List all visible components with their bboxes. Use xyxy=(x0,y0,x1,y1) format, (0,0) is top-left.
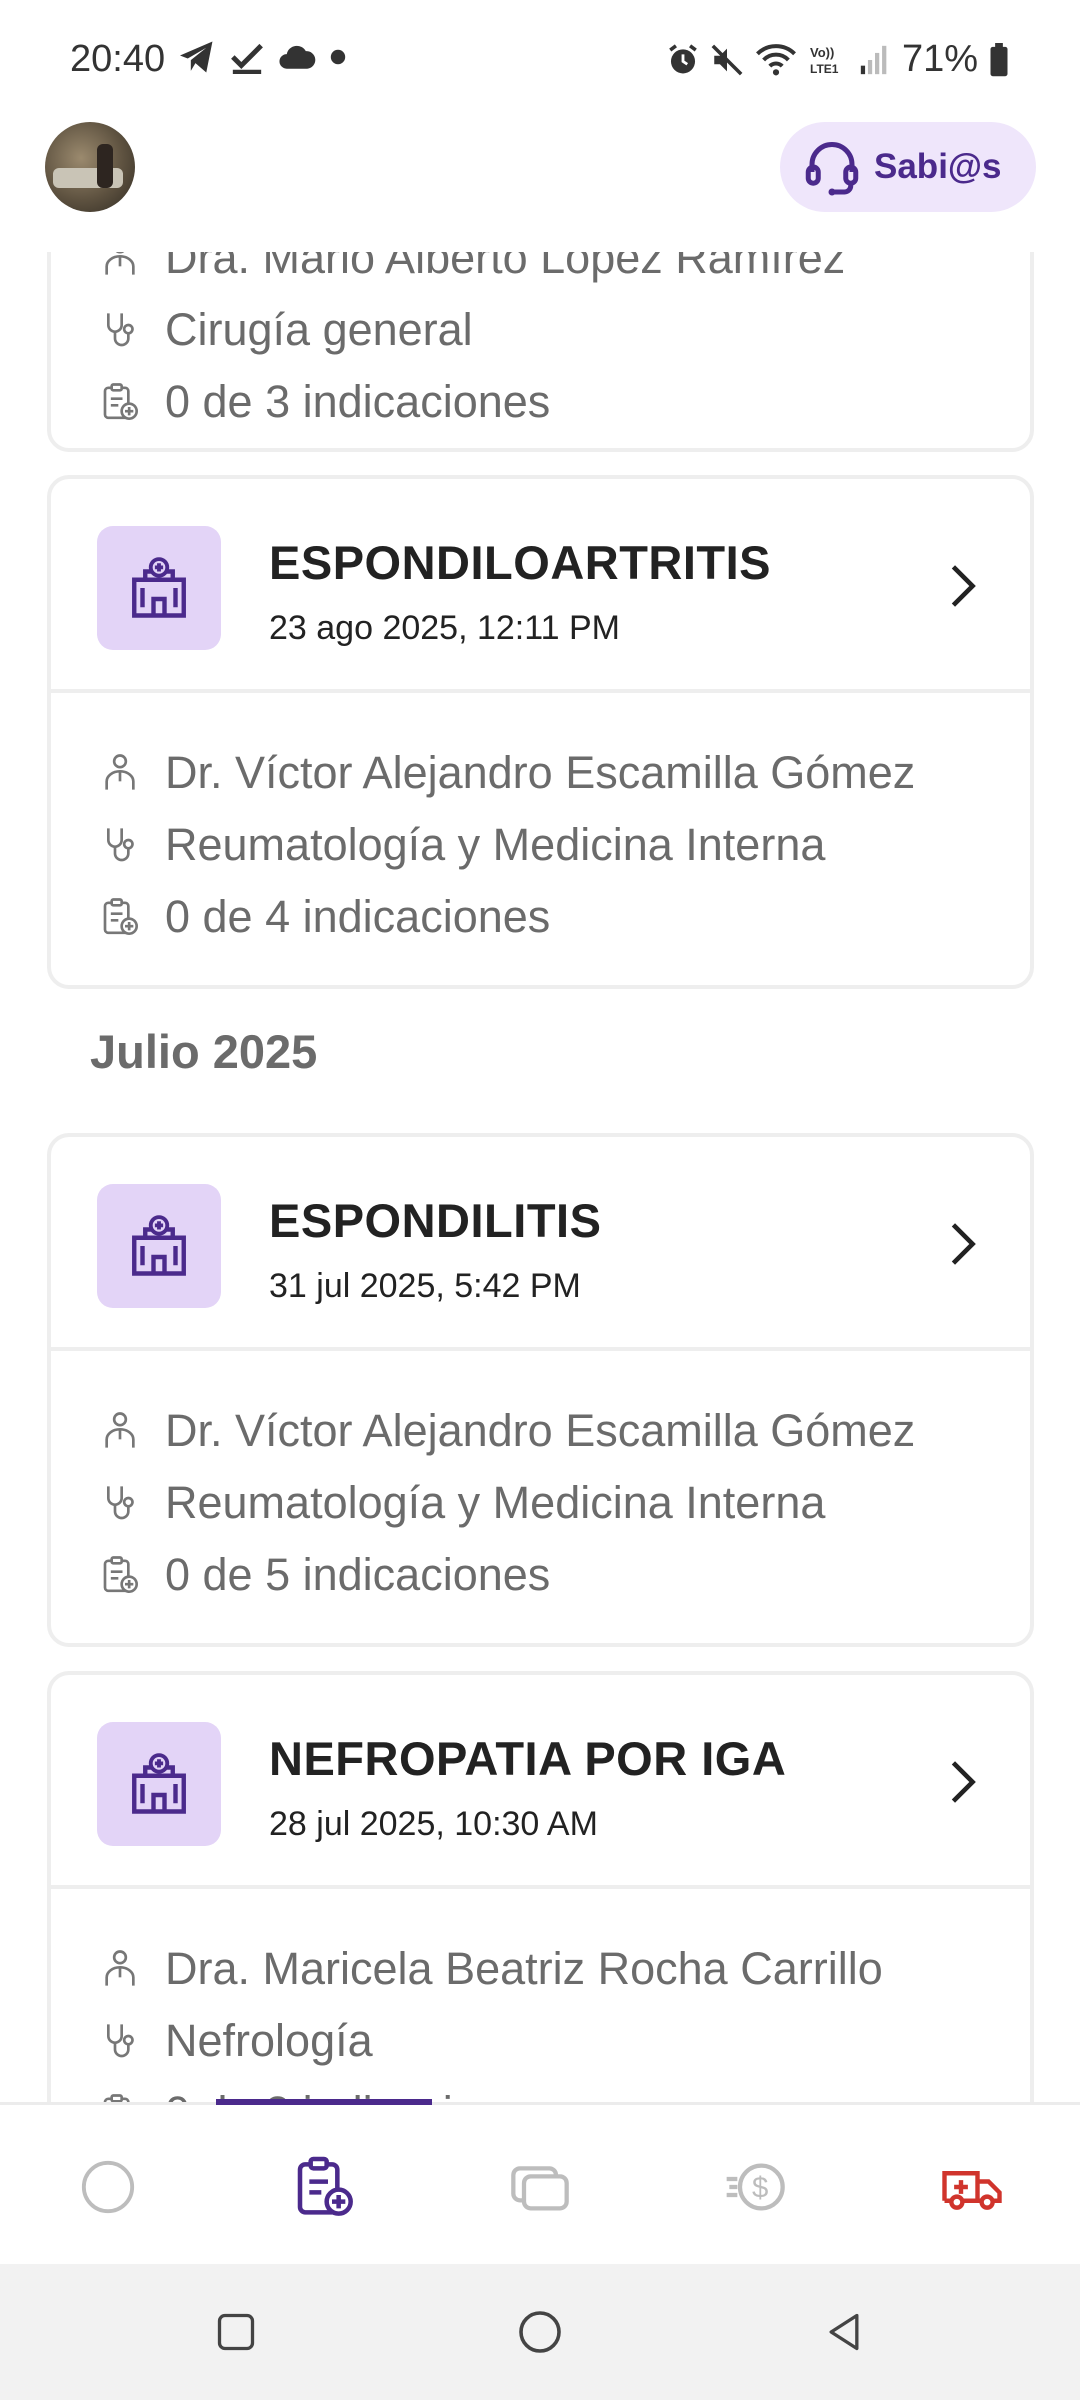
doctor-row: Dr. Víctor Alejandro Escamilla Gómez xyxy=(97,1395,1030,1467)
nav-payments[interactable]: $ xyxy=(716,2147,796,2227)
mute-icon xyxy=(711,44,743,75)
svg-text:$: $ xyxy=(752,2172,768,2205)
wifi-icon xyxy=(755,43,796,75)
signal-icon xyxy=(860,45,887,74)
sabias-button[interactable]: Sabi@s xyxy=(780,122,1036,212)
clipboard-plus-icon xyxy=(297,2156,353,2216)
chevron-right-icon[interactable] xyxy=(948,1221,978,1267)
specialty: Nefrología xyxy=(165,2015,373,2066)
doctor-name: Dra. Maricela Beatriz Rocha Carrillo xyxy=(165,1943,883,1994)
specialty: Cirugía general xyxy=(165,304,473,355)
ambulance-icon xyxy=(942,2171,1002,2210)
consultation-card[interactable]: ESPONDILITIS 31 jul 2025, 5:42 PM Dr. Ví… xyxy=(47,1133,1034,1647)
specialty: Reumatología y Medicina Interna xyxy=(165,1477,826,1528)
hospital-tile xyxy=(97,1722,221,1846)
hospital-icon xyxy=(132,1753,186,1814)
back-icon xyxy=(829,2313,859,2351)
stethoscope-icon xyxy=(107,313,134,347)
active-tab-indicator xyxy=(216,2099,432,2105)
indications-row: 0 de 5 indicaciones xyxy=(97,1539,1030,1611)
card-title: ESPONDILITIS xyxy=(269,1194,602,1247)
status-bar: 20:40 Vo)) LTE1 71% xyxy=(0,0,1080,120)
clipboard-plus-icon xyxy=(103,1556,138,1593)
stethoscope-icon xyxy=(107,2024,134,2058)
check-icon xyxy=(231,43,263,74)
battery-percent: 71% xyxy=(901,38,978,80)
recents-button[interactable] xyxy=(204,2300,268,2364)
cards-icon xyxy=(511,2166,569,2211)
back-button[interactable] xyxy=(812,2300,876,2364)
card-header[interactable]: ESPONDILITIS 31 jul 2025, 5:42 PM xyxy=(51,1137,1030,1351)
doctor-icon xyxy=(105,754,135,790)
chevron-right-icon[interactable] xyxy=(948,1759,978,1805)
specialty-row: Reumatología y Medicina Interna xyxy=(97,809,1030,881)
card-title: ESPONDILOARTRITIS xyxy=(269,536,772,589)
telegram-icon xyxy=(180,41,213,73)
indications-count: 0 de 4 indicaciones xyxy=(165,891,551,942)
sabias-label: Sabi@s xyxy=(874,147,1002,186)
status-time: 20:40 xyxy=(70,38,166,80)
status-system-icons: Vo)) LTE1 71% xyxy=(666,38,1010,81)
status-notification-icons xyxy=(178,40,346,74)
specialty-row: Nefrología xyxy=(97,2005,1030,2077)
card-header[interactable]: ESPONDILOARTRITIS 23 ago 2025, 12:11 PM xyxy=(51,479,1030,693)
clipboard-plus-icon xyxy=(103,898,138,935)
card-date: 28 jul 2025, 10:30 AM xyxy=(269,1805,598,1843)
card-date: 23 ago 2025, 12:11 PM xyxy=(269,609,620,647)
specialty-row: Cirugía general xyxy=(97,294,1030,366)
app-header: Sabi@s xyxy=(0,120,1080,252)
stethoscope-icon xyxy=(107,1486,134,1520)
clipboard-plus-icon xyxy=(103,383,138,420)
money-icon: $ xyxy=(726,2163,785,2211)
clipboard-plus-icon xyxy=(103,2094,130,2102)
consultation-card[interactable]: ESPONDILOARTRITIS 23 ago 2025, 12:11 PM … xyxy=(47,475,1034,989)
specialty: Reumatología y Medicina Interna xyxy=(165,819,826,870)
hospital-tile xyxy=(97,1184,221,1308)
svg-text:LTE1: LTE1 xyxy=(810,62,839,76)
indications-row: 0 de 4 indicaciones xyxy=(97,881,1030,953)
indications-count: 0 de 3 indicaciones xyxy=(165,376,551,427)
stethoscope-icon xyxy=(107,828,134,862)
alarm-icon xyxy=(669,43,697,73)
nav-emergency[interactable] xyxy=(932,2147,1012,2227)
doctor-name: Dr. Víctor Alejandro Escamilla Gómez xyxy=(165,1405,916,1456)
doctor-icon xyxy=(105,1412,135,1448)
doctor-row: Dra. Maricela Beatriz Rocha Carrillo xyxy=(97,1933,1030,2005)
bottom-navigation: $ xyxy=(0,2099,1080,2264)
system-navigation-bar xyxy=(0,2264,1080,2400)
specialty-row: Reumatología y Medicina Interna xyxy=(97,1467,1030,1539)
hospital-icon xyxy=(132,557,186,618)
indications-row: 0 de 3 indicaciones xyxy=(97,366,1030,438)
card-title: NEFROPATIA POR IGA xyxy=(269,1732,787,1785)
indications-list[interactable]: Dra. Mario Alberto López Ramírez Cirugía… xyxy=(0,232,1080,2102)
nav-home[interactable] xyxy=(68,2147,148,2227)
nav-indications[interactable] xyxy=(284,2147,364,2227)
doctor-icon xyxy=(105,1950,135,1986)
doctor-name: Dr. Víctor Alejandro Escamilla Gómez xyxy=(165,747,916,798)
headset-icon xyxy=(805,142,859,196)
home-circle-icon xyxy=(81,2160,135,2214)
hospital-tile xyxy=(97,526,221,650)
chevron-right-icon[interactable] xyxy=(948,563,978,609)
home-button[interactable] xyxy=(508,2300,572,2364)
cloud-icon xyxy=(279,45,316,69)
month-section-header: Julio 2025 xyxy=(90,1025,318,1078)
avatar[interactable] xyxy=(45,122,135,212)
svg-text:Vo)): Vo)) xyxy=(810,45,834,60)
consultation-card[interactable]: NEFROPATIA POR IGA 28 jul 2025, 10:30 AM… xyxy=(47,1671,1034,2102)
battery-icon xyxy=(990,42,1008,76)
recents-icon xyxy=(217,2313,255,2351)
consultation-card[interactable]: Dra. Mario Alberto López Ramírez Cirugía… xyxy=(47,232,1034,452)
doctor-row: Dr. Víctor Alejandro Escamilla Gómez xyxy=(97,737,1030,809)
home-icon xyxy=(519,2311,561,2353)
avatar-person xyxy=(97,144,113,188)
nav-cards[interactable] xyxy=(500,2147,580,2227)
indications-count: 0 de 5 indicaciones xyxy=(165,1549,551,1600)
card-header[interactable]: NEFROPATIA POR IGA 28 jul 2025, 10:30 AM xyxy=(51,1675,1030,1889)
dot-icon xyxy=(330,49,346,65)
card-date: 31 jul 2025, 5:42 PM xyxy=(269,1267,581,1305)
hospital-icon xyxy=(132,1215,186,1276)
volte-icon: Vo)) LTE1 xyxy=(810,45,839,76)
